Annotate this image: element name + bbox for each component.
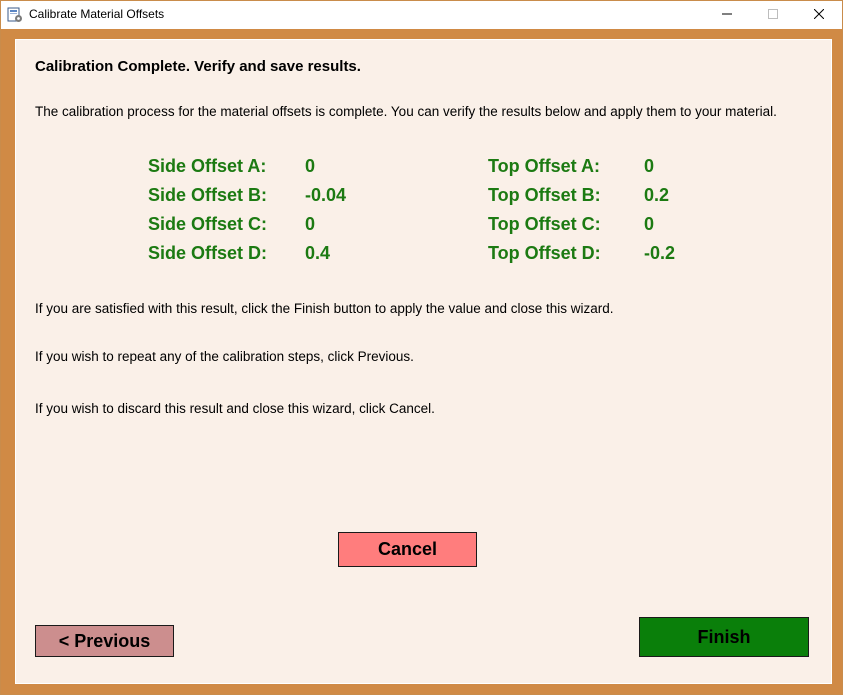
side-offset-c-value: 0 <box>305 214 316 234</box>
content-panel: Calibration Complete. Verify and save re… <box>15 39 832 684</box>
previous-button[interactable]: < Previous <box>35 625 174 657</box>
intro-text: The calibration process for the material… <box>35 104 777 119</box>
window-title: Calibrate Material Offsets <box>29 7 165 21</box>
side-offset-b-value: -0.04 <box>305 185 347 205</box>
finish-instruction: If you are satisfied with this result, c… <box>35 301 614 316</box>
top-offset-a-label: Top Offset A: <box>488 156 600 176</box>
side-offset-d-label: Side Offset D: <box>148 243 268 263</box>
side-offset-b-label: Side Offset B: <box>148 185 268 205</box>
top-offset-a-value: 0 <box>644 156 655 176</box>
page-title: Calibration Complete. Verify and save re… <box>35 58 361 75</box>
app-settings-icon <box>7 7 23 23</box>
side-offset-c-label: Side Offset C: <box>148 214 268 234</box>
finish-button[interactable]: Finish <box>639 617 809 657</box>
close-icon <box>813 6 825 24</box>
cancel-button[interactable]: Cancel <box>338 532 477 567</box>
top-offset-d-label: Top Offset D: <box>488 243 601 263</box>
window-frame: Calibration Complete. Verify and save re… <box>1 29 842 694</box>
maximize-button[interactable] <box>750 1 796 29</box>
maximize-icon <box>768 6 778 24</box>
side-offset-d-value: 0.4 <box>305 243 331 263</box>
calibrate-window: Calibrate Material Offsets Calibration C… <box>0 0 843 695</box>
side-offset-a-label: Side Offset A: <box>148 156 267 176</box>
top-offset-d-value: -0.2 <box>644 243 676 263</box>
title-bar[interactable]: Calibrate Material Offsets <box>1 1 842 29</box>
top-offset-b-label: Top Offset B: <box>488 185 601 205</box>
close-button[interactable] <box>796 1 842 29</box>
top-offset-b-value: 0.2 <box>644 185 670 205</box>
cancel-instruction: If you wish to discard this result and c… <box>35 401 435 416</box>
minimize-button[interactable] <box>704 1 750 29</box>
side-offset-a-value: 0 <box>305 156 316 176</box>
minimize-icon <box>722 6 732 24</box>
top-offset-c-label: Top Offset C: <box>488 214 601 234</box>
top-offset-c-value: 0 <box>644 214 655 234</box>
previous-instruction: If you wish to repeat any of the calibra… <box>35 349 414 364</box>
